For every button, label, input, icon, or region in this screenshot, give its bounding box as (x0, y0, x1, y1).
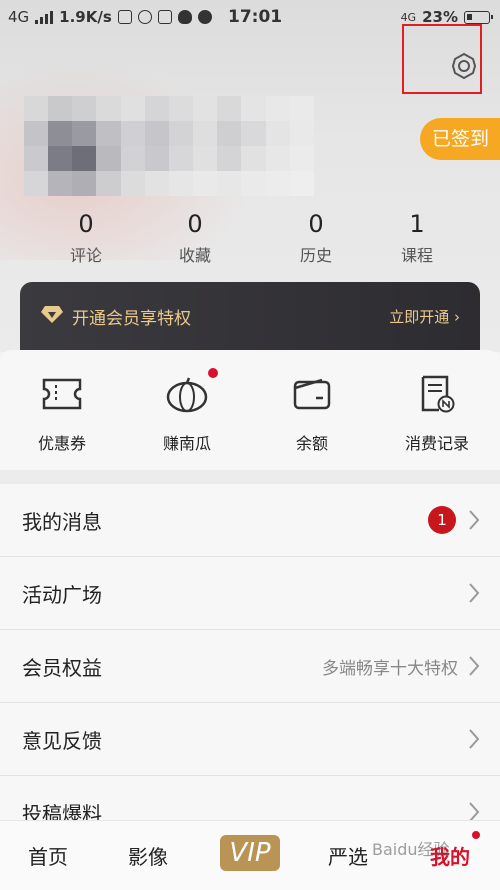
menu-item-label: 活动广场 (22, 583, 102, 607)
chevron-right-icon (469, 729, 480, 749)
chat-icon (197, 10, 212, 24)
quick-action-label: 消费记录 (404, 434, 469, 453)
menu-item-activities[interactable]: 活动广场 (0, 557, 500, 630)
stat-label: 历史 (299, 246, 332, 265)
ticket-icon (42, 378, 82, 410)
menu-item-membership[interactable]: 会员权益 多端畅享十大特权 (0, 630, 500, 703)
weibo-icon (137, 10, 152, 24)
settings-button[interactable] (402, 24, 482, 94)
menu-item-label: 会员权益 (22, 656, 102, 680)
stat-value: 0 (78, 210, 94, 238)
stat-favorites[interactable]: 0 收藏 (155, 210, 235, 266)
network-speed: 1.9K/s (59, 8, 112, 26)
tab-home[interactable]: 首页 (28, 841, 68, 870)
stat-label: 收藏 (178, 246, 211, 265)
quick-action-pumpkin[interactable]: 赚南瓜 (137, 368, 237, 454)
wallet-icon (293, 378, 331, 410)
section-divider (0, 470, 500, 484)
quick-action-label: 优惠券 (37, 434, 86, 453)
stats-row: 0 评论 0 收藏 0 历史 1 课程 (0, 210, 500, 270)
stat-comments[interactable]: 0 评论 (46, 210, 126, 266)
pumpkin-icon (166, 377, 208, 413)
menu-item-feedback[interactable]: 意见反馈 (0, 703, 500, 776)
tab-vip[interactable]: VIP (220, 835, 280, 871)
stat-value: 0 (187, 210, 203, 238)
signal-icon (35, 10, 54, 24)
stat-label: 课程 (400, 246, 433, 265)
stat-label: 评论 (69, 246, 102, 265)
vip-banner-title: 开通会员享特权 (72, 309, 191, 329)
notification-dot (472, 831, 480, 839)
watermark: Baidu经验 (372, 840, 450, 859)
menu-item-label: 我的消息 (22, 510, 102, 534)
qq-icon (177, 10, 192, 24)
vip-activate-link[interactable]: 立即开通 › (389, 306, 460, 327)
unread-badge: 1 (428, 506, 456, 534)
diamond-icon (41, 306, 63, 323)
quick-action-label: 赚南瓜 (162, 434, 211, 453)
profile-header: 4G 1.9K/s 17:01 4G 23% 已签到 0 评论 0 收藏 0 历… (0, 0, 500, 352)
quick-action-coupons[interactable]: 优惠券 (12, 372, 112, 454)
mail-icon (157, 10, 172, 24)
vip-activate-label: 立即开通 (389, 308, 450, 326)
chevron-right-icon: › (454, 308, 460, 326)
quick-action-balance[interactable]: 余额 (262, 372, 362, 454)
menu-item-detail: 多端畅享十大特权 (322, 659, 458, 679)
stat-courses[interactable]: 1 课程 (377, 210, 457, 266)
avatar-blurred[interactable] (24, 96, 314, 196)
stat-history[interactable]: 0 历史 (276, 210, 356, 266)
sim-icon (117, 10, 132, 24)
vip-banner[interactable]: 开通会员享特权 立即开通 › (20, 282, 480, 352)
settings-menu: 我的消息 1 活动广场 会员权益 多端畅享十大特权 意见反馈 投稿爆料 (0, 484, 500, 849)
chevron-right-icon (469, 583, 480, 603)
quick-action-label: 余额 (295, 434, 328, 453)
network-label: 4G (8, 8, 30, 26)
menu-item-label: 意见反馈 (22, 729, 102, 753)
quick-actions: 优惠券 赚南瓜 余额 消费记录 (0, 350, 500, 470)
quick-action-records[interactable]: 消费记录 (387, 372, 487, 454)
signin-button[interactable]: 已签到 (420, 118, 500, 160)
tab-selection[interactable]: 严选 (328, 841, 368, 870)
tab-video[interactable]: 影像 (128, 841, 168, 870)
battery-icon (464, 10, 493, 24)
chevron-right-icon (469, 510, 480, 530)
notification-dot (208, 368, 218, 378)
clock: 17:01 (228, 7, 283, 27)
stat-value: 0 (308, 210, 324, 238)
chevron-right-icon (469, 656, 480, 676)
stat-value: 1 (409, 210, 425, 238)
menu-item-messages[interactable]: 我的消息 1 (0, 484, 500, 557)
network-label-right: 4G (400, 10, 417, 24)
gear-icon (451, 52, 477, 80)
receipt-icon (421, 375, 455, 413)
